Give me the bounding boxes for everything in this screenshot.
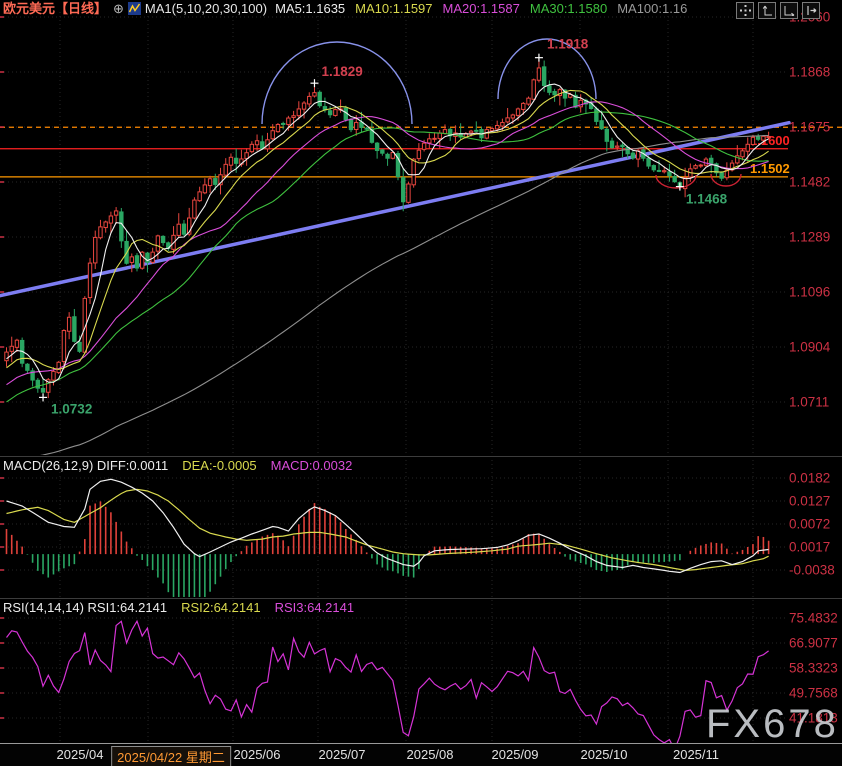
price-axis-label: 0.0127	[789, 494, 830, 509]
watermark: FX678	[706, 702, 839, 747]
y-axis-scale-button[interactable]	[758, 2, 776, 19]
date-tick-label[interactable]: 2025/09	[492, 747, 539, 762]
indicator-value-label: MACD:0.0032	[271, 458, 353, 473]
ma-value-label: MA10:1.1597	[355, 1, 432, 16]
rsi-indicator-header[interactable]: RSI(14,14,14) RSI1:64.2141 RSI2:64.2141 RS…	[3, 600, 368, 615]
rsi-pane[interactable]	[7, 621, 769, 749]
ma-value-label: MA20:1.1587	[443, 1, 520, 16]
price-level-label: 1.1600	[750, 133, 790, 148]
date-tick-label[interactable]: 2025/07	[319, 747, 366, 762]
ma-values: MA5:1.1635 MA10:1.1597 MA20:1.1587 MA30:1.1…	[275, 1, 697, 16]
price-axis-label: 1.0711	[789, 395, 829, 410]
ma100-line	[7, 136, 769, 465]
candlestick-series	[5, 58, 771, 398]
chart-header: 欧元美元【日线】⊕MA1(5,10,20,30,100)MA5:1.1635MA…	[3, 0, 697, 17]
macd-pane[interactable]	[7, 479, 769, 614]
chart-toolbar	[736, 2, 820, 19]
ma-value-label: MA5:1.1635	[275, 1, 345, 16]
pan-tool-button[interactable]	[802, 2, 820, 19]
ma-indicator-label[interactable]: MA1(5,10,20,30,100)	[145, 1, 267, 16]
price-axis-label: 66.9077	[789, 636, 838, 651]
price-axis-label: 1.0904	[789, 340, 831, 355]
price-axis-label: 1.1675	[789, 120, 830, 135]
price-axis-label: 0.0182	[789, 471, 830, 486]
x-axis-scale-icon	[784, 5, 795, 16]
date-axis: 2025/04 2025/04/22 星期二2025/06 2025/07 2025/…	[0, 743, 842, 766]
price-axis-label: 1.1289	[789, 230, 830, 245]
price-pane[interactable]: 1.1600 1.1502 1.1829 1.1918 1.0732 1.1468	[0, 37, 842, 464]
date-tick-label[interactable]: 2025/10	[581, 747, 628, 762]
chart-canvas[interactable]: 1.16001.15021.18291.19181.07321.14681.20…	[0, 0, 842, 766]
macd-indicator-header[interactable]: MACD(26,12,9) DIFF:0.0011 DEA:-0.0005 MACD…	[3, 458, 366, 473]
price-axis-label: 75.4832	[789, 611, 838, 626]
date-tick-label[interactable]: 2025/08	[407, 747, 454, 762]
indicator-logo-icon	[128, 2, 141, 15]
indicator-value-label: DEA:-0.0005	[182, 458, 256, 473]
trough-price-label: 1.0732	[51, 401, 92, 416]
x-axis-scale-button[interactable]	[780, 2, 798, 19]
price-annotations: 1.1829 1.1918 1.0732 1.1468	[39, 37, 728, 417]
price-axis-label: 58.3323	[789, 661, 838, 676]
price-axis-label: 1.1868	[789, 65, 830, 80]
moving-average-lines	[7, 84, 769, 464]
price-axis-label: 1.1096	[789, 285, 830, 300]
macd-histogram	[7, 501, 769, 613]
price-axis-label: 49.7568	[789, 686, 838, 701]
ma-value-label: MA30:1.1580	[530, 1, 607, 16]
symbol-title[interactable]: 欧元美元【日线】	[3, 1, 107, 16]
price-axis-label: -0.0038	[789, 563, 835, 578]
grid	[0, 12, 786, 742]
date-tick-label[interactable]: 2025/06	[234, 747, 281, 762]
indicator-value-label: MACD(26,12,9) DIFF:0.0011	[3, 458, 168, 473]
indicator-value-label: RSI(14,14,14) RSI1:64.2141	[3, 600, 167, 615]
y-axis-scale-icon	[762, 5, 773, 16]
move-icon	[740, 5, 751, 16]
trough-price-label: 1.1468	[686, 192, 728, 207]
price-axis-label: 0.0072	[789, 517, 830, 532]
price-level-label: 1.1502	[750, 161, 790, 176]
rsi-line	[7, 621, 769, 749]
date-tick-label[interactable]: 2025/04	[57, 747, 104, 762]
peak-price-label: 1.1829	[321, 64, 362, 79]
price-axis-label: 1.1482	[789, 175, 830, 190]
indicator-value-label: RSI2:64.2141	[181, 600, 261, 615]
ma20-line	[7, 102, 769, 385]
peak-price-label: 1.1918	[547, 37, 589, 52]
ma-value-label: MA100:1.16	[617, 1, 687, 16]
indicator-value-label: RSI3:64.2141	[275, 600, 355, 615]
move-tool-button[interactable]	[736, 2, 754, 19]
trading-chart-app: 1.16001.15021.18291.19181.07321.14681.20…	[0, 0, 842, 766]
selected-date-label[interactable]: 2025/04/22 星期二	[111, 746, 231, 766]
date-tick-label[interactable]: 2025/11	[673, 747, 719, 762]
price-axis-label: 0.0017	[789, 540, 830, 555]
settings-icon[interactable]: ⊕	[113, 1, 124, 16]
pan-right-icon	[806, 5, 817, 16]
